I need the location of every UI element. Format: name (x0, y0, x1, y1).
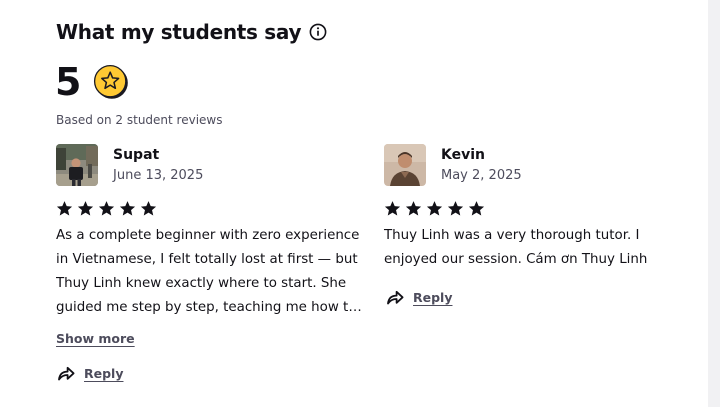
reviewer-header: Supat June 13, 2025 (56, 144, 368, 186)
star-icon (468, 201, 485, 216)
reviewer-header: Kevin May 2, 2025 (384, 144, 684, 186)
section-header: What my students say (56, 20, 327, 44)
review-date: June 13, 2025 (113, 168, 204, 183)
star-icon (119, 201, 136, 216)
info-circle-icon[interactable] (309, 23, 327, 41)
reply-label: Reply (413, 289, 453, 305)
review-card: Supat June 13, 2025 As a complete beginn… (56, 144, 368, 320)
star-badge-icon (93, 64, 129, 100)
review-text: Thuy Linh was a very thorough tutor. I e… (384, 228, 648, 267)
review-card: Kevin May 2, 2025 Thuy Linh was a very t… (384, 144, 684, 272)
star-icon (98, 201, 115, 216)
avatar (384, 144, 426, 186)
star-rating (56, 200, 368, 217)
reviewer-name: Kevin (441, 147, 485, 163)
star-icon (447, 201, 464, 216)
star-icon (56, 201, 73, 216)
overall-rating: 5 (55, 60, 129, 104)
star-icon (140, 201, 157, 216)
reply-label: Reply (84, 365, 124, 381)
review-text: As a complete beginner with zero experie… (56, 228, 360, 315)
star-rating (384, 200, 684, 217)
reply-arrow-icon (58, 366, 75, 381)
section-title: What my students say (56, 20, 302, 44)
review-date: May 2, 2025 (441, 168, 522, 183)
rating-value: 5 (55, 60, 82, 104)
reply-button[interactable]: Reply (56, 363, 123, 383)
reviews-section: What my students say 5 Based on 2 studen… (0, 0, 720, 407)
star-icon (77, 201, 94, 216)
reviews-count: Based on 2 student reviews (56, 113, 223, 127)
star-icon (384, 201, 401, 216)
avatar (56, 144, 98, 186)
show-more-link[interactable]: Show more (56, 331, 135, 346)
reviewer-name: Supat (113, 147, 160, 163)
star-icon (405, 201, 422, 216)
reply-arrow-icon (387, 290, 404, 305)
star-icon (426, 201, 443, 216)
reply-button[interactable]: Reply (385, 287, 452, 307)
scrollbar-gutter (708, 0, 720, 407)
